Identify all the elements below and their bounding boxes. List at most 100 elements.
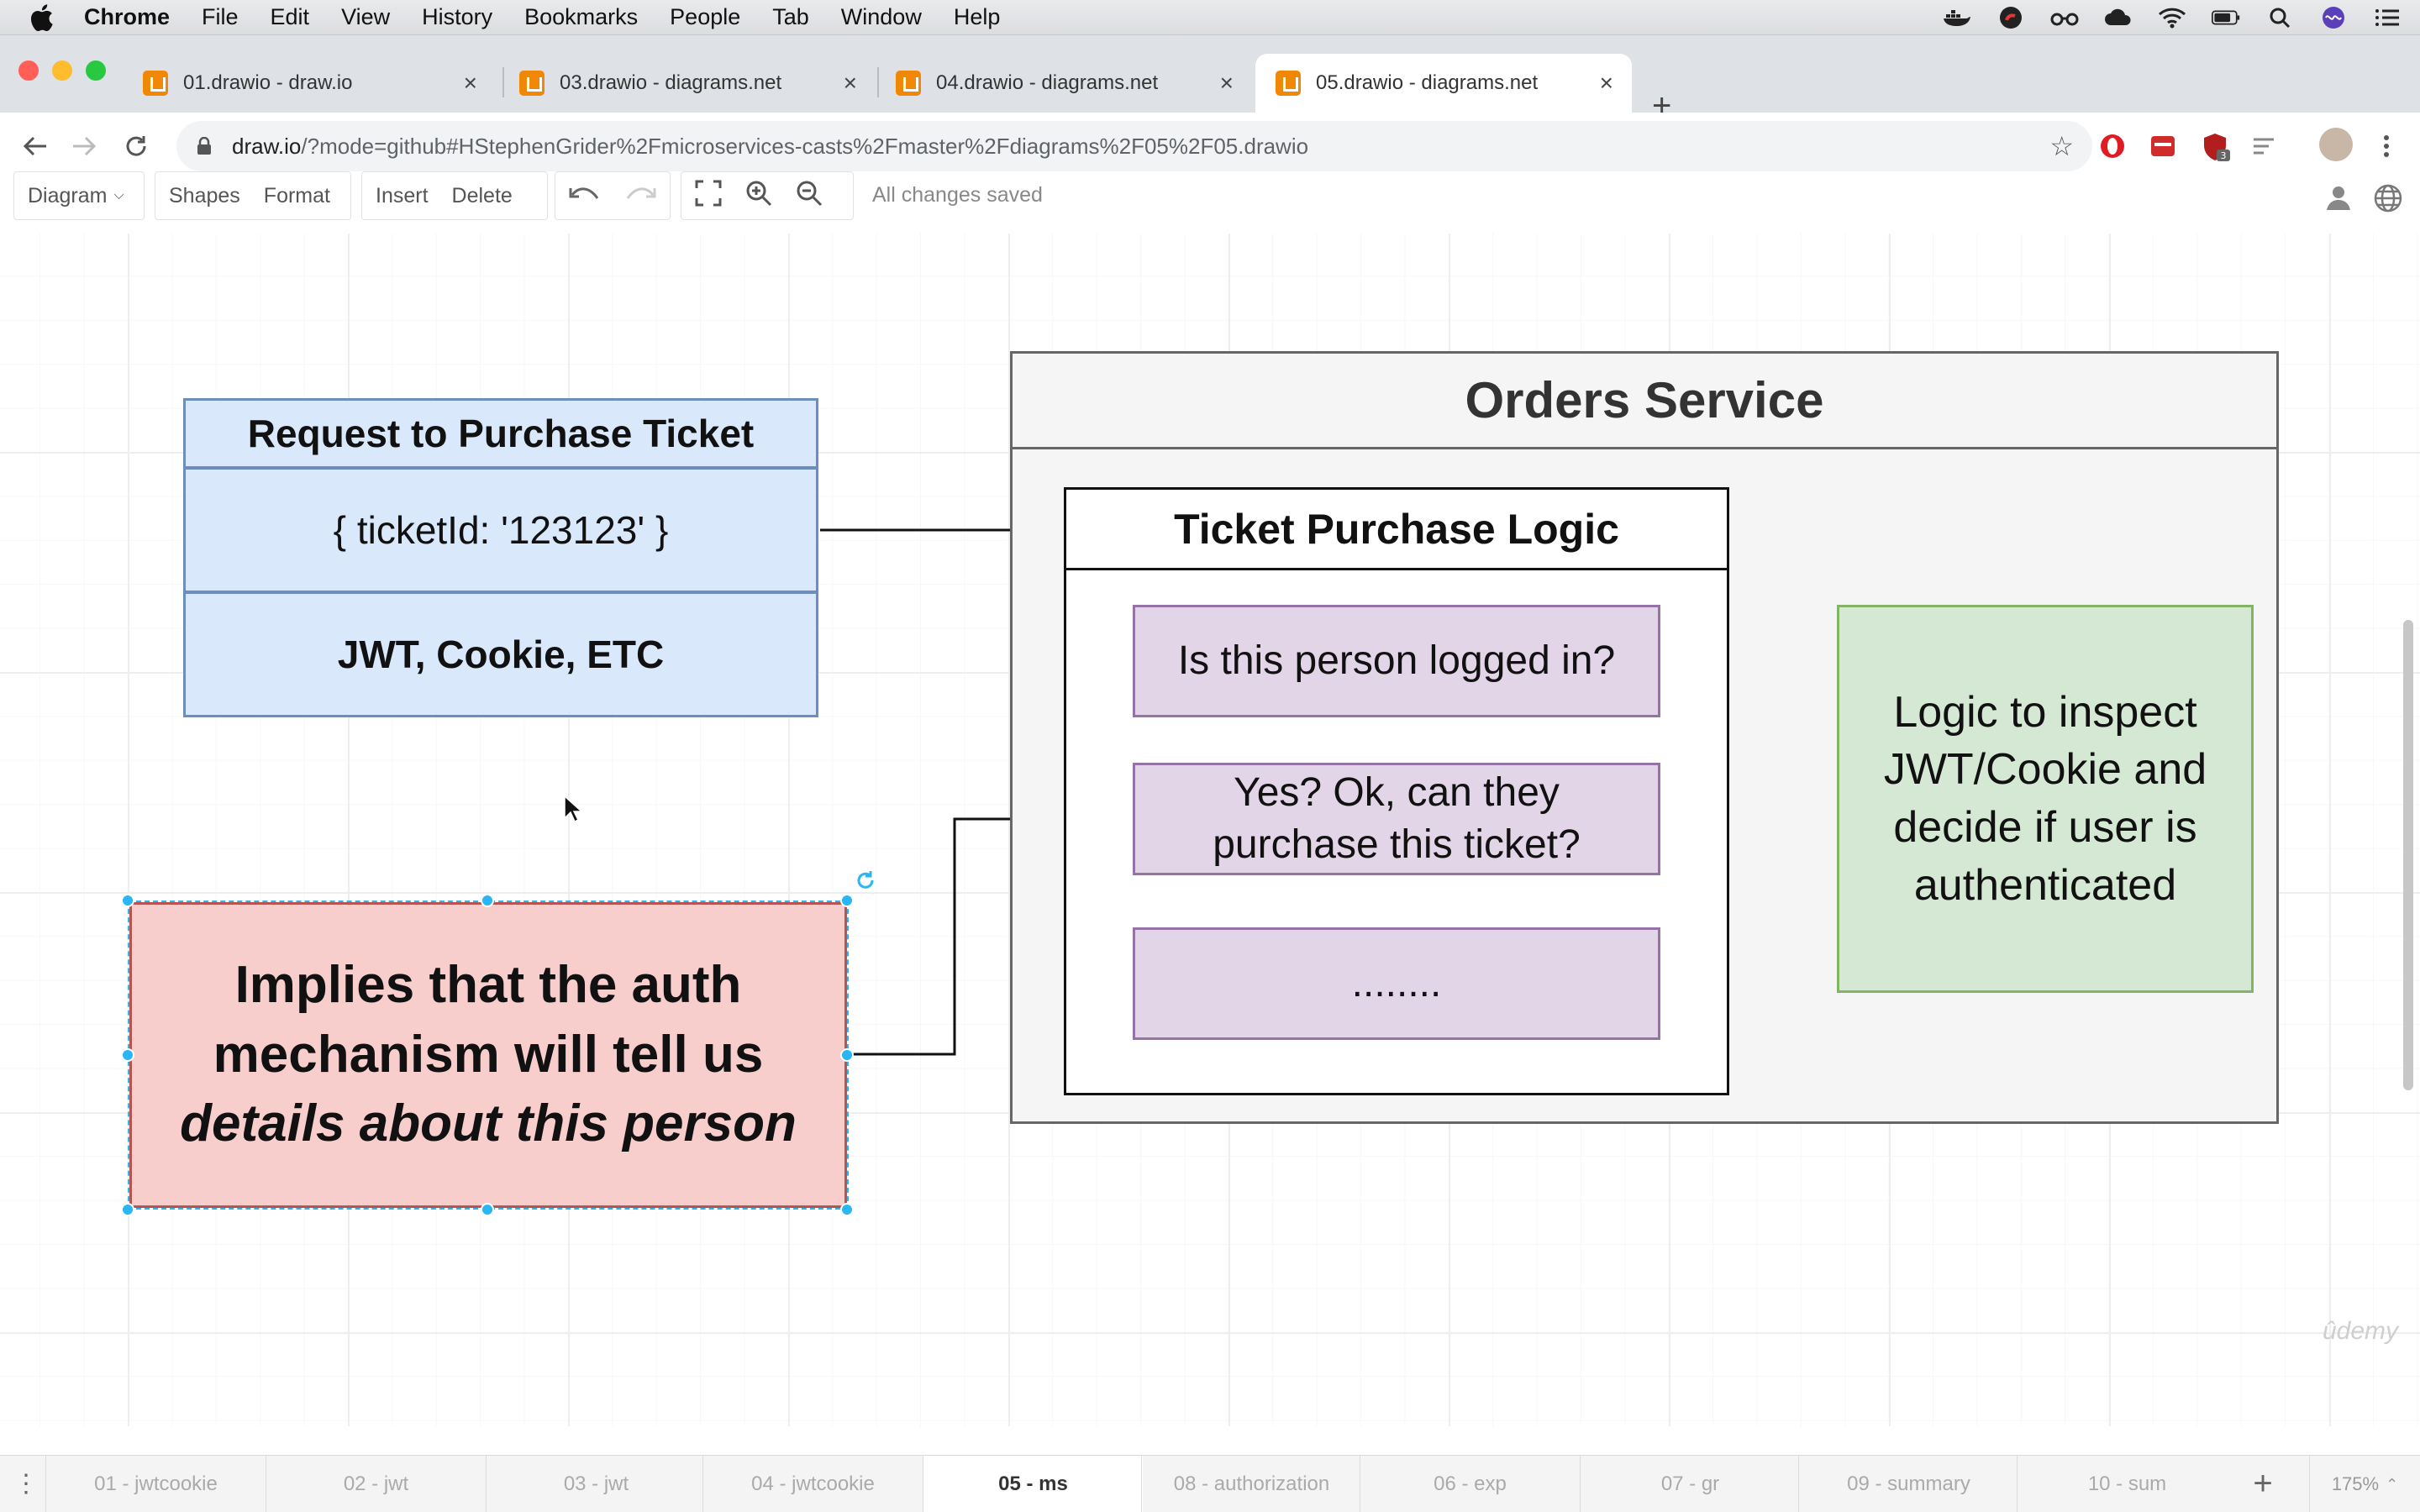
opera-extension-icon[interactable] (2097, 131, 2128, 161)
menu-people[interactable]: People (670, 4, 740, 30)
page-tab[interactable]: 01 - jwtcookie (45, 1456, 266, 1512)
apple-menu-icon[interactable] (29, 3, 62, 32)
implies-note-box[interactable]: Implies that the auth mechanism will tel… (129, 902, 847, 1208)
siri-icon[interactable] (2319, 5, 2348, 30)
resize-handle-right[interactable] (840, 1048, 854, 1062)
menu-edit[interactable]: Edit (271, 4, 310, 30)
browser-tab[interactable]: 04.drawio - diagrams.net × (876, 54, 1252, 113)
cloud-icon[interactable] (2104, 5, 2133, 30)
menu-view[interactable]: View (341, 4, 390, 30)
reload-icon[interactable] (119, 129, 153, 163)
address-bar[interactable]: draw.io /?mode=github#HStephenGrider%2Fm… (176, 121, 2092, 171)
implies-line-italic: details about this person (180, 1095, 797, 1153)
minimize-window-button[interactable] (52, 60, 72, 81)
page-tab[interactable]: 02 - jwt (266, 1456, 486, 1512)
delete-button[interactable]: Delete (452, 184, 513, 208)
menu-history[interactable]: History (422, 4, 492, 30)
browser-tab-active[interactable]: 05.drawio - diagrams.net × (1255, 54, 1632, 113)
page-tab[interactable]: 03 - jwt (486, 1456, 706, 1512)
history-group (555, 171, 671, 220)
inspect-logic-line: decide if user is (1893, 803, 2197, 852)
close-tab-icon[interactable]: × (1220, 70, 1234, 97)
request-title-cell[interactable]: Request to Purchase Ticket (183, 398, 818, 469)
diagram-canvas[interactable]: Request to Purchase Ticket { ticketId: '… (0, 234, 2420, 1426)
vertical-scrollbar[interactable] (2403, 620, 2413, 1090)
menu-bookmarks[interactable]: Bookmarks (524, 4, 638, 30)
close-tab-icon[interactable]: × (844, 70, 857, 97)
undo-icon[interactable] (569, 183, 601, 209)
zoom-level[interactable]: 175% ⌃ (2309, 1456, 2420, 1512)
request-auth-cell[interactable]: JWT, Cookie, ETC (183, 591, 818, 717)
insert-button[interactable]: Insert (376, 184, 429, 208)
menu-window[interactable]: Window (841, 4, 922, 30)
request-body-cell[interactable]: { ticketId: '123123' } (183, 467, 818, 593)
forward-arrow-icon[interactable] (67, 129, 101, 163)
search-icon[interactable] (2265, 5, 2294, 30)
menu-tab[interactable]: Tab (772, 4, 809, 30)
sync-icon[interactable] (1996, 5, 2025, 30)
pages-menu-icon[interactable]: ⋮ (13, 1469, 39, 1503)
zoom-window-button[interactable] (86, 60, 106, 81)
page-tab[interactable]: 06 - exp (1360, 1456, 1580, 1512)
fit-page-icon[interactable] (695, 180, 722, 213)
redo-icon[interactable] (624, 183, 656, 209)
more-options-icon[interactable] (2370, 129, 2403, 163)
inspect-jwt-logic-box[interactable]: Logic to inspect JWT/Cookie and decide i… (1837, 605, 2254, 993)
zoom-out-icon[interactable] (796, 180, 823, 213)
rotate-handle-icon[interactable] (854, 869, 877, 892)
red-extension-icon[interactable] (2148, 131, 2178, 161)
shapes-button[interactable]: Shapes (169, 184, 240, 208)
close-window-button[interactable] (18, 60, 39, 81)
menu-help[interactable]: Help (954, 4, 1001, 30)
inspect-logic-line: Logic to inspect (1893, 687, 2197, 737)
page-tab-label: 03 - jwt (563, 1473, 629, 1495)
browser-tab[interactable]: 01.drawio - draw.io × (123, 54, 496, 113)
resize-handle-top-left[interactable] (121, 894, 134, 907)
resize-handle-bottom[interactable] (481, 1203, 494, 1216)
step-logged-in[interactable]: Is this person logged in? (1133, 605, 1660, 717)
diagram-menu-label: Diagram (28, 183, 108, 207)
wifi-icon[interactable] (2158, 5, 2186, 30)
page-tab-label: 05 - ms (998, 1473, 1068, 1495)
step-can-purchase[interactable]: Yes? Ok, can they purchase this ticket? (1133, 763, 1660, 875)
battery-icon[interactable] (2212, 5, 2240, 30)
list-icon[interactable] (2373, 5, 2402, 30)
svg-text:3: 3 (2221, 150, 2227, 161)
glasses-icon[interactable] (2050, 5, 2079, 30)
page-tab[interactable]: 09 - summary (1798, 1456, 2018, 1512)
docker-icon[interactable] (1943, 5, 1971, 30)
page-tab[interactable]: 04 - jwtcookie (702, 1456, 923, 1512)
back-arrow-icon[interactable] (18, 129, 52, 163)
lock-icon[interactable] (197, 136, 213, 156)
bookmark-star-icon[interactable]: ☆ (2049, 130, 2074, 162)
menu-lines-extension-icon[interactable] (2249, 131, 2279, 161)
drawio-favicon-icon (519, 71, 544, 96)
step-ellipsis[interactable]: ........ (1133, 927, 1660, 1040)
close-tab-icon[interactable]: × (1600, 70, 1613, 97)
page-tab[interactable]: 07 - gr (1580, 1456, 1800, 1512)
page-tab[interactable]: 10 - sum (2017, 1456, 2237, 1512)
edit-group: Insert Delete (361, 171, 548, 220)
page-tab[interactable]: 08 - authorization (1141, 1456, 1361, 1512)
profile-avatar[interactable] (2319, 128, 2353, 161)
resize-handle-bottom-right[interactable] (840, 1203, 854, 1216)
resize-handle-bottom-left[interactable] (121, 1203, 134, 1216)
diagram-menu[interactable]: Diagram ⌵ (13, 171, 145, 220)
page-tab-active[interactable]: 05 - ms (923, 1456, 1143, 1512)
resize-handle-top[interactable] (481, 894, 494, 907)
menu-app-name[interactable]: Chrome (84, 4, 170, 30)
resize-handle-top-right[interactable] (840, 894, 854, 907)
browser-tab[interactable]: 03.drawio - diagrams.net × (499, 54, 876, 113)
inspect-logic-line: JWT/Cookie and (1883, 745, 2207, 795)
resize-handle-left[interactable] (121, 1048, 134, 1062)
language-globe-icon[interactable] (2373, 183, 2403, 213)
shield-extension-icon[interactable]: 3 (2200, 131, 2230, 161)
format-button[interactable]: Format (264, 184, 330, 208)
menu-file[interactable]: File (202, 4, 239, 30)
page-tab-label: 10 - sum (2087, 1473, 2167, 1495)
page-tabs-bar: ⋮ 01 - jwtcookie 02 - jwt 03 - jwt 04 - … (0, 1455, 2420, 1512)
close-tab-icon[interactable]: × (464, 70, 477, 97)
add-page-button[interactable]: + (2245, 1464, 2281, 1503)
zoom-in-icon[interactable] (745, 180, 772, 213)
user-icon[interactable] (2324, 183, 2354, 213)
